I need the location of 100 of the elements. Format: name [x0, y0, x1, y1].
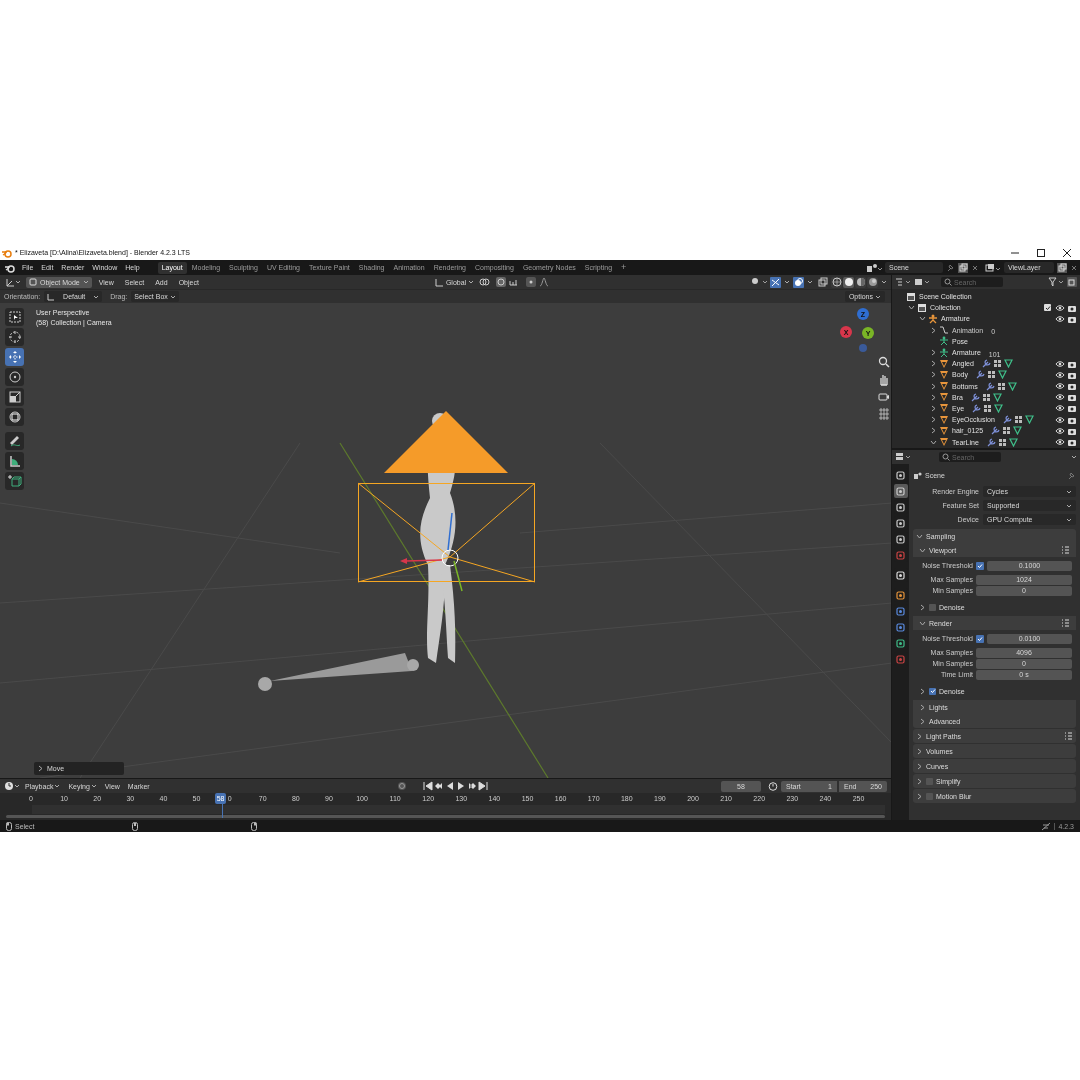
properties-editor-icon[interactable] [895, 452, 911, 462]
jump-to-start-icon[interactable] [422, 781, 433, 791]
properties-object-tab[interactable] [893, 588, 908, 602]
checkbox[interactable] [929, 687, 936, 695]
eye-icon[interactable] [1055, 404, 1065, 413]
chevron-down-icon[interactable] [919, 619, 926, 627]
camera-icon[interactable] [1067, 393, 1077, 402]
previous-keyframe-icon[interactable] [433, 781, 444, 791]
eye-icon[interactable] [1055, 382, 1065, 391]
overlays-toggle-icon[interactable] [793, 276, 804, 288]
camera-icon[interactable] [1067, 382, 1077, 391]
add-workspace-button[interactable]: + [617, 263, 631, 272]
checkbox[interactable] [929, 603, 936, 611]
hand-icon[interactable] [878, 373, 890, 387]
chevron-right-icon[interactable] [930, 382, 937, 390]
eye-icon[interactable] [1055, 314, 1065, 323]
tool-select-box-button[interactable] [5, 308, 24, 326]
editor-type-button[interactable] [4, 276, 23, 288]
presets-list-icon[interactable] [1061, 546, 1070, 554]
eye-icon[interactable] [1055, 359, 1065, 368]
properties-world-tab[interactable] [893, 548, 908, 562]
duplicate-icon[interactable] [958, 262, 968, 273]
properties-data-tab[interactable] [893, 636, 908, 650]
jump-to-end-icon[interactable] [477, 781, 488, 791]
eye-icon[interactable] [1055, 370, 1065, 379]
properties-constraints-tab[interactable] [893, 620, 908, 634]
properties-tool-tab[interactable] [893, 468, 908, 482]
zoom-icon[interactable] [878, 356, 890, 370]
properties-scene-tab[interactable] [893, 532, 908, 546]
shading-material-button[interactable] [855, 276, 866, 288]
chevron-right-icon[interactable] [37, 765, 44, 772]
tool-measure-button[interactable] [5, 452, 24, 470]
properties-render-tab[interactable] [893, 484, 908, 498]
checkbox[interactable] [976, 561, 984, 570]
chevron-right-icon[interactable] [930, 393, 937, 401]
chevron-right-icon[interactable] [930, 360, 937, 368]
grid-icon[interactable] [878, 407, 890, 421]
eye-icon[interactable] [1055, 438, 1065, 447]
properties-collection-tab[interactable] [893, 568, 908, 582]
chevron-right-icon[interactable] [930, 326, 937, 334]
chevron-right-icon[interactable] [930, 427, 937, 435]
tool-annotate-button[interactable] [5, 432, 24, 450]
editor-type-button[interactable] [4, 780, 20, 792]
xray-toggle-icon[interactable] [818, 277, 828, 287]
camera-icon[interactable] [1067, 370, 1077, 379]
camera-icon[interactable] [1067, 303, 1077, 312]
chevron-down-icon[interactable] [930, 438, 937, 446]
tool-scale-button[interactable] [5, 388, 24, 406]
chevron-down-icon[interactable] [919, 315, 926, 323]
blender-logo-icon[interactable] [5, 262, 15, 273]
exclude-checkbox[interactable] [1044, 304, 1051, 312]
display-mode-icon[interactable] [914, 277, 930, 287]
shading-solid-button[interactable] [843, 276, 854, 288]
chevron-right-icon[interactable] [919, 687, 926, 695]
chevron-down-icon[interactable] [919, 546, 926, 554]
stopwatch-icon[interactable] [767, 781, 779, 791]
outliner-editor-icon[interactable] [895, 277, 911, 287]
gizmo-toggle-icon[interactable] [770, 276, 781, 288]
properties-view-layer-tab[interactable] [893, 516, 908, 530]
chevron-right-icon[interactable] [930, 371, 937, 379]
tool-cursor-button[interactable] [5, 328, 24, 346]
eye-icon[interactable] [1055, 415, 1065, 424]
new-collection-icon[interactable] [1067, 277, 1077, 287]
chevron-right-icon[interactable] [916, 792, 923, 800]
chevron-right-icon[interactable] [930, 349, 937, 357]
chevron-right-icon[interactable] [916, 762, 923, 770]
duplicate-icon[interactable] [1057, 262, 1067, 273]
visibility-icon[interactable] [751, 277, 767, 287]
timeline-scrollbar[interactable] [6, 815, 885, 818]
chevron-down-icon[interactable] [916, 532, 923, 540]
eye-icon[interactable] [1055, 303, 1065, 312]
chevron-right-icon[interactable] [930, 416, 937, 424]
play-icon[interactable] [455, 781, 466, 791]
chevron-down-icon[interactable] [908, 304, 915, 312]
chevron-right-icon[interactable] [916, 777, 923, 785]
camera-icon[interactable] [1067, 404, 1077, 413]
shading-rendered-button[interactable] [867, 276, 878, 288]
presets-list-icon[interactable] [1061, 619, 1070, 627]
eye-icon[interactable] [1055, 426, 1065, 435]
chevron-right-icon[interactable] [919, 703, 926, 711]
tool-transform-button[interactable] [5, 408, 24, 426]
properties-physics-tab[interactable] [893, 604, 908, 618]
falloff-curve-icon[interactable] [539, 277, 550, 287]
proportional-edit-icon[interactable] [526, 277, 537, 287]
camera-icon[interactable] [878, 390, 890, 404]
chevron-right-icon[interactable] [919, 603, 926, 611]
next-keyframe-icon[interactable] [466, 781, 477, 791]
shading-wireframe-button[interactable] [831, 276, 842, 288]
tool-rotate-button[interactable] [5, 368, 24, 386]
camera-icon[interactable] [1067, 359, 1077, 368]
tool-move-button[interactable] [5, 348, 24, 366]
camera-icon[interactable] [1067, 415, 1077, 424]
properties-texture-tab[interactable] [893, 652, 908, 666]
properties-output-tab[interactable] [893, 500, 908, 514]
camera-icon[interactable] [1067, 426, 1077, 435]
snap-icon[interactable] [496, 277, 507, 287]
tool-add-cube-button[interactable] [5, 472, 24, 490]
presets-list-icon[interactable] [1064, 732, 1073, 740]
chevron-right-icon[interactable] [919, 717, 926, 725]
camera-icon[interactable] [1067, 314, 1077, 323]
